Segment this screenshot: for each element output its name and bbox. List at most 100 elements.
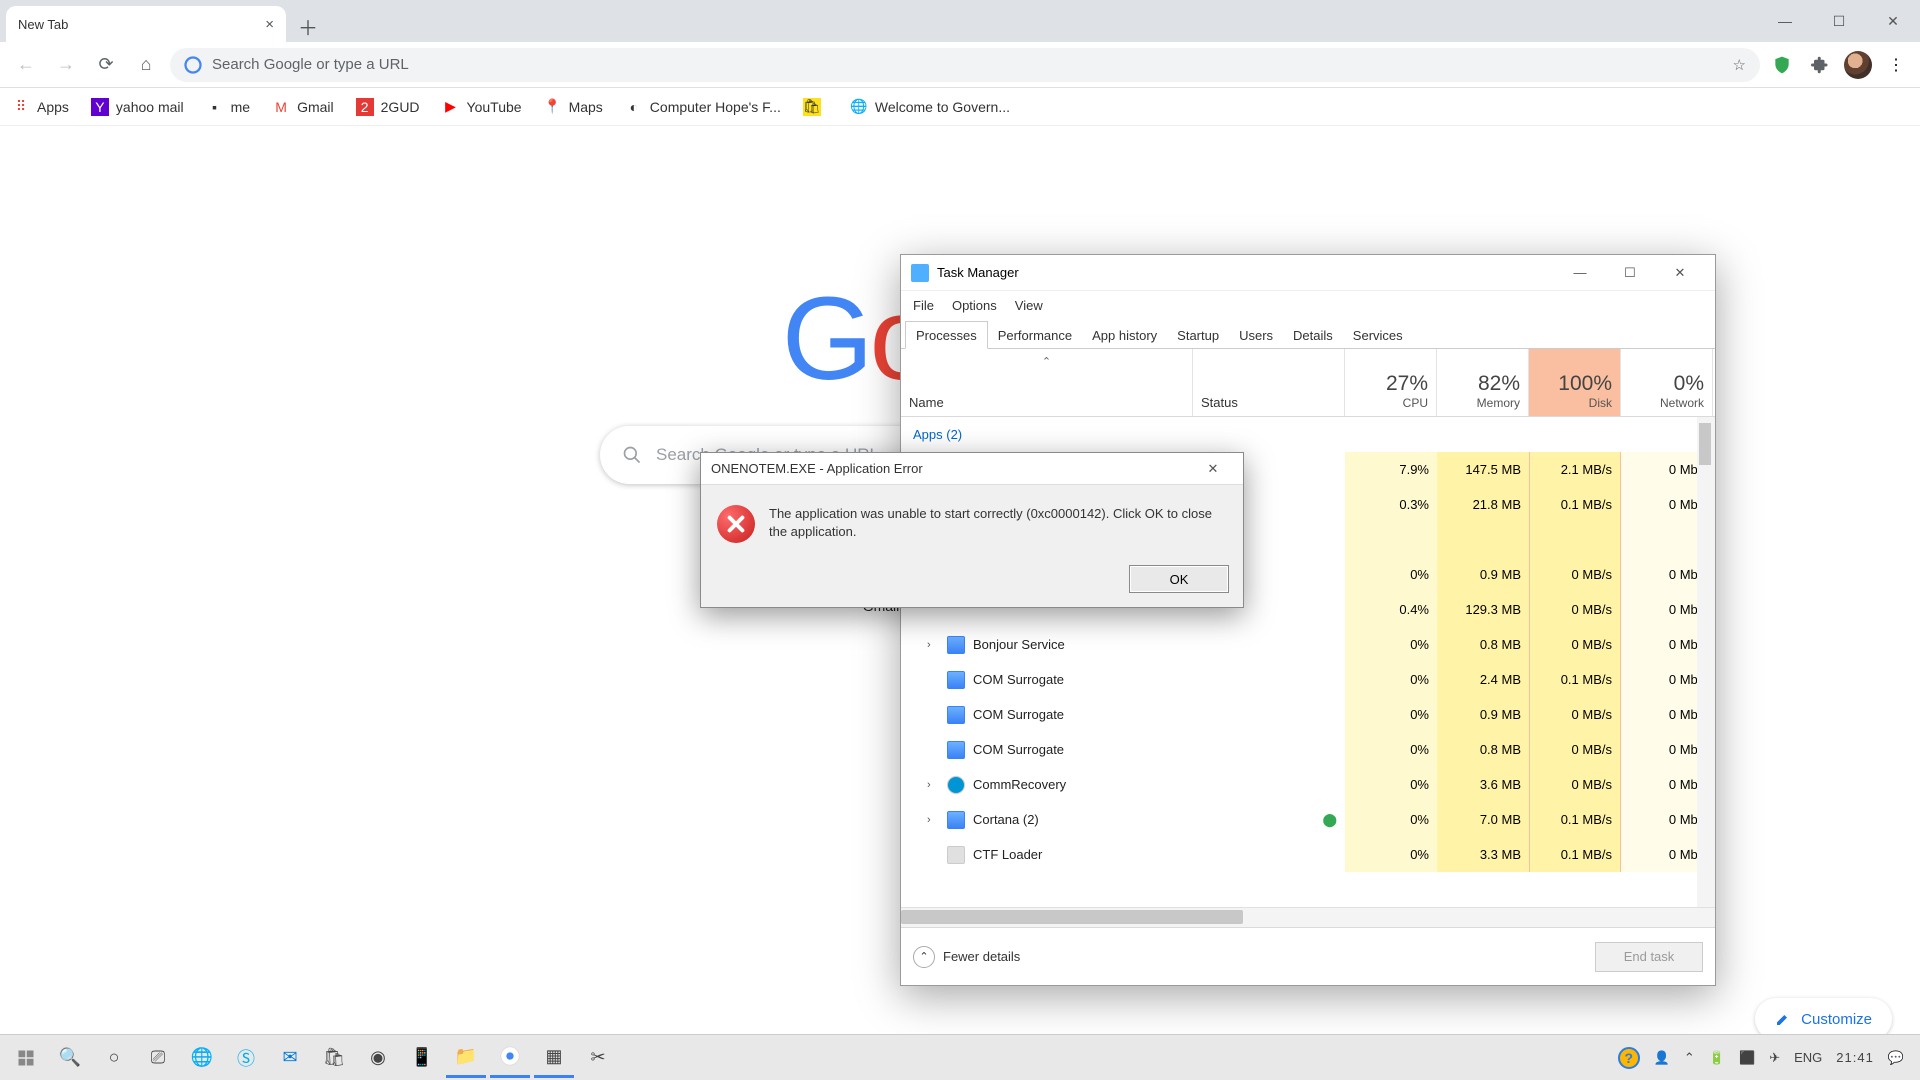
chevron-up-icon[interactable]: ⌃ [1684, 1050, 1695, 1066]
process-name: CommRecovery [973, 777, 1066, 792]
tab-app-history[interactable]: App history [1082, 322, 1167, 348]
cell-cpu: 0% [1345, 697, 1437, 732]
table-row[interactable]: ›CommRecovery0%3.6 MB0 MB/s0 Mbp [901, 767, 1715, 802]
search-button[interactable]: 🔍 [50, 1038, 90, 1078]
process-icon [947, 671, 965, 689]
maps-icon: 📍 [544, 98, 562, 116]
bookmark-me[interactable]: ▪me [206, 98, 250, 116]
notifications-icon[interactable]: 💬 [1888, 1050, 1904, 1066]
back-button[interactable]: ← [10, 49, 42, 81]
maximize-button[interactable]: ☐ [1605, 255, 1655, 291]
cell-disk: 0.1 MB/s [1529, 802, 1621, 837]
close-icon[interactable]: ✕ [1193, 461, 1233, 477]
forward-button[interactable]: → [50, 49, 82, 81]
skype-icon[interactable]: Ⓢ [226, 1038, 266, 1078]
tab-details[interactable]: Details [1283, 322, 1343, 348]
app-icon[interactable]: ◉ [358, 1038, 398, 1078]
snip-icon[interactable]: ✂ [578, 1038, 618, 1078]
close-icon[interactable]: × [265, 16, 274, 33]
table-row[interactable]: CTF Loader0%3.3 MB0.1 MB/s0 Mbp [901, 837, 1715, 872]
tab-startup[interactable]: Startup [1167, 322, 1229, 348]
error-titlebar[interactable]: ONENOTEM.EXE - Application Error ✕ [701, 453, 1243, 485]
table-row[interactable]: ›Cortana (2)⬤0%7.0 MB0.1 MB/s0 Mbp [901, 802, 1715, 837]
extensions-icon[interactable] [1806, 51, 1834, 79]
bookmark-maps[interactable]: 📍Maps [544, 98, 603, 116]
table-row[interactable]: COM Surrogate0%2.4 MB0.1 MB/s0 Mbp [901, 662, 1715, 697]
chevron-right-icon[interactable]: › [927, 814, 939, 826]
col-status[interactable]: Status [1193, 349, 1345, 416]
chevron-right-icon[interactable]: › [927, 779, 939, 791]
menu-options[interactable]: Options [952, 298, 997, 313]
bookmark-govern[interactable]: 🌐Welcome to Govern... [850, 98, 1010, 116]
tab-performance[interactable]: Performance [988, 322, 1082, 348]
browser-tab[interactable]: New Tab × [6, 6, 286, 42]
new-tab-button[interactable]: ＋ [292, 10, 324, 42]
network-icon[interactable]: ⬛ [1739, 1050, 1755, 1066]
mail-icon[interactable]: ✉ [270, 1038, 310, 1078]
reload-button[interactable]: ⟳ [90, 49, 122, 81]
col-memory[interactable]: 82%Memory [1437, 349, 1529, 416]
col-disk[interactable]: 100%Disk [1529, 349, 1621, 416]
process-icon [947, 636, 965, 654]
home-button[interactable]: ⌂ [130, 49, 162, 81]
star-icon[interactable]: ☆ [1733, 56, 1746, 74]
col-network[interactable]: 0%Network [1621, 349, 1713, 416]
bookmark-apps[interactable]: ⠿Apps [12, 98, 69, 116]
task-manager-taskbar-icon[interactable]: ▦ [534, 1038, 574, 1078]
tab-processes[interactable]: Processes [905, 321, 988, 349]
end-task-button[interactable]: End task [1595, 942, 1703, 972]
edge-icon[interactable]: 🌐 [182, 1038, 222, 1078]
address-bar[interactable]: Search Google or type a URL ☆ [170, 48, 1760, 82]
bookmark-2gud[interactable]: 22GUD [356, 98, 420, 116]
table-row[interactable]: COM Surrogate0%0.8 MB0 MB/s0 Mbp [901, 732, 1715, 767]
chevron-right-icon[interactable]: › [927, 639, 939, 651]
error-icon [717, 505, 755, 543]
tab-services[interactable]: Services [1343, 322, 1413, 348]
menu-view[interactable]: View [1015, 298, 1043, 313]
clock[interactable]: 21:41 [1836, 1050, 1874, 1065]
cortana-button[interactable]: ○ [94, 1038, 134, 1078]
ok-button[interactable]: OK [1129, 565, 1229, 593]
store-icon[interactable]: 🛍 [314, 1038, 354, 1078]
minimize-button[interactable]: ― [1758, 0, 1812, 42]
bookmark-computerhope[interactable]: ◐Computer Hope's F... [625, 98, 781, 116]
2gud-icon: 2 [356, 98, 374, 116]
explorer-icon[interactable]: 📁 [446, 1038, 486, 1078]
airplane-icon[interactable]: ✈ [1769, 1050, 1780, 1066]
battery-icon[interactable]: 🔋 [1709, 1050, 1725, 1066]
cell-memory: 0.8 MB [1437, 627, 1529, 662]
fewer-details-button[interactable]: ⌃ Fewer details [913, 946, 1020, 968]
menu-icon[interactable]: ⋮ [1882, 51, 1910, 79]
close-button[interactable]: ✕ [1866, 0, 1920, 42]
language-indicator[interactable]: ENG [1794, 1050, 1822, 1065]
start-button[interactable] [6, 1038, 46, 1078]
group-header[interactable]: Apps (2) [901, 417, 1715, 452]
bookmark-yahoo[interactable]: Yyahoo mail [91, 98, 184, 116]
task-view-button[interactable]: ⎚ [138, 1038, 178, 1078]
task-manager-titlebar[interactable]: Task Manager ― ☐ ✕ [901, 255, 1715, 291]
cell-memory: 0.9 MB [1437, 557, 1529, 592]
cell-disk: 0 MB/s [1529, 767, 1621, 802]
phone-icon[interactable]: 📱 [402, 1038, 442, 1078]
tab-users[interactable]: Users [1229, 322, 1283, 348]
cell-memory: 129.3 MB [1437, 592, 1529, 627]
people-icon[interactable]: 👤 [1654, 1050, 1670, 1066]
maximize-button[interactable]: ☐ [1812, 0, 1866, 42]
avatar[interactable] [1844, 51, 1872, 79]
scrollbar-horizontal[interactable] [901, 907, 1715, 927]
chrome-taskbar-icon[interactable] [490, 1038, 530, 1078]
col-cpu[interactable]: 27%CPU [1345, 349, 1437, 416]
shield-icon[interactable] [1768, 51, 1796, 79]
process-name: Cortana (2) [973, 812, 1039, 827]
menu-file[interactable]: File [913, 298, 934, 313]
help-icon[interactable]: ? [1618, 1047, 1640, 1069]
scrollbar-vertical[interactable] [1697, 417, 1715, 907]
minimize-button[interactable]: ― [1555, 255, 1605, 291]
bookmark-youtube[interactable]: ▶YouTube [442, 98, 522, 116]
table-row[interactable]: ›Bonjour Service0%0.8 MB0 MB/s0 Mbp [901, 627, 1715, 662]
bookmark-flipkart[interactable]: 🛍 [803, 98, 828, 116]
table-row[interactable]: COM Surrogate0%0.9 MB0 MB/s0 Mbp [901, 697, 1715, 732]
close-button[interactable]: ✕ [1655, 255, 1705, 291]
bookmark-gmail[interactable]: MGmail [272, 98, 334, 116]
col-name[interactable]: ⌃ Name [901, 349, 1193, 416]
